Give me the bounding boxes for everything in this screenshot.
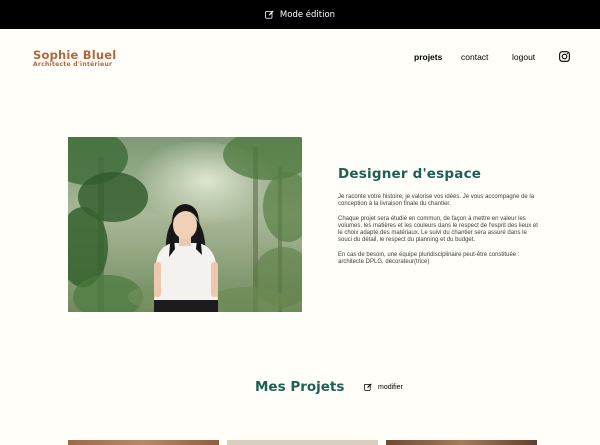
edit-icon	[265, 10, 274, 19]
edit-icon	[364, 383, 372, 391]
intro-paragraph: En cas de besoin, une équipe pluridiscip…	[338, 251, 520, 266]
intro-section: Designer d'espace Je raconte votre histo…	[338, 166, 538, 273]
intro-paragraph: Je raconte votre histoire, je valorise v…	[338, 194, 535, 208]
projects-header: Mes Projets modifier	[0, 378, 600, 398]
nav-item-projets[interactable]: projets	[414, 52, 442, 62]
project-thumbnail[interactable]	[227, 440, 378, 445]
instagram-icon[interactable]	[559, 51, 570, 62]
edit-mode-banner: Mode édition	[0, 0, 600, 29]
projects-title: Mes Projets	[255, 379, 345, 395]
nav-item-contact[interactable]: contact	[461, 52, 488, 62]
modify-label: modifier	[378, 383, 403, 391]
nav-item-logout[interactable]: logout	[512, 52, 535, 62]
intro-title: Designer d'espace	[338, 166, 482, 182]
intro-paragraph: Chaque projet sera étudié en commun, de …	[338, 215, 538, 244]
main-nav: projets contact logout	[0, 51, 600, 64]
modify-projects-button[interactable]: modifier	[364, 383, 403, 391]
project-thumbnail[interactable]	[386, 440, 537, 445]
architect-portrait	[68, 137, 302, 312]
edit-mode-label: Mode édition	[279, 9, 336, 20]
project-thumbnail[interactable]	[68, 440, 219, 445]
project-gallery	[0, 440, 600, 445]
